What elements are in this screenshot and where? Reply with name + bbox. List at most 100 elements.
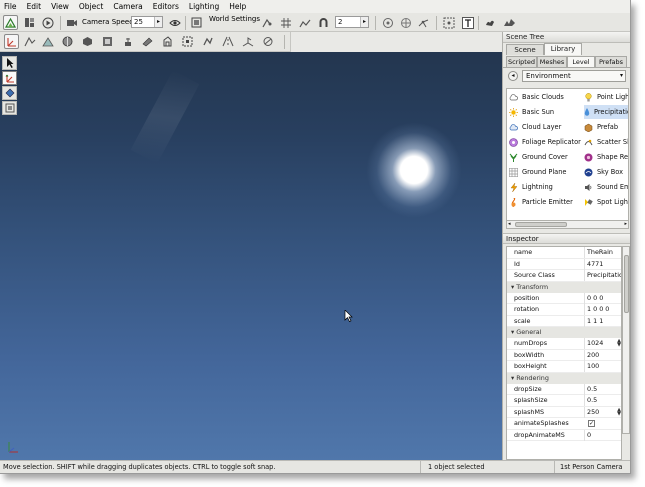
world-settings-icon[interactable] [189, 15, 204, 30]
dragon-icon[interactable] [502, 15, 517, 30]
move-gizmo-icon[interactable] [2, 71, 17, 85]
property-value[interactable]: 1024 [584, 338, 603, 349]
list-item[interactable]: Particle Emitter [509, 195, 573, 209]
scroll-thumb[interactable] [515, 222, 567, 227]
menu-view[interactable]: View [51, 2, 69, 11]
camera-icon[interactable] [64, 15, 79, 30]
forest-editor-icon[interactable] [160, 34, 175, 49]
category-dropdown[interactable]: Environment ▾ [522, 70, 626, 82]
menu-lighting[interactable]: Lighting [189, 2, 219, 11]
back-arrow-icon[interactable]: ◂ [508, 71, 518, 81]
list-item[interactable]: Sound Emitter [584, 180, 628, 194]
world-editor-icon[interactable] [3, 15, 18, 30]
magnet-icon[interactable] [316, 15, 331, 30]
list-item[interactable]: Basic Sun [509, 105, 554, 119]
datablock-editor-icon[interactable] [100, 34, 115, 49]
river-editor-icon[interactable] [200, 34, 215, 49]
list-item[interactable]: Point Light [584, 90, 628, 104]
rotate-gizmo-icon[interactable] [2, 86, 17, 100]
property-value[interactable]: 250 [584, 406, 599, 418]
chevron-right-icon[interactable]: ▸ [154, 17, 162, 27]
library-horizontal-scrollbar[interactable]: ◂ ▸ [506, 221, 629, 229]
scroll-right-icon[interactable]: ▸ [624, 221, 627, 227]
scroll-thumb[interactable] [624, 255, 629, 313]
terrain-painter-icon[interactable] [40, 34, 55, 49]
menu-file[interactable]: File [4, 2, 17, 11]
selection-box-icon[interactable] [441, 15, 456, 30]
convex-editor-icon[interactable] [260, 34, 275, 49]
chevron-down-icon: ▾ [619, 72, 623, 79]
3d-viewport[interactable] [0, 52, 502, 460]
list-item[interactable]: Cloud Layer [509, 120, 561, 134]
inspector-grid: name TheRain Id 4771 Source Class Precip… [506, 246, 622, 460]
text-icon[interactable] [460, 15, 475, 30]
property-value[interactable]: 0.5 [584, 383, 597, 395]
scroll-left-icon[interactable]: ◂ [508, 221, 511, 227]
stepper-arrows-icon[interactable]: ▲ ▼ [615, 407, 621, 417]
gui-editor-icon[interactable] [22, 15, 37, 30]
grid-snap-icon[interactable] [278, 15, 293, 30]
transform-settings-icon[interactable] [416, 15, 431, 30]
list-item[interactable]: Ground Cover [509, 150, 568, 164]
animate-splashes-checkbox[interactable]: ✓ [588, 420, 595, 427]
group-header-rendering[interactable]: ▾ Rendering [507, 372, 621, 384]
menu-camera[interactable]: Camera [113, 2, 142, 11]
list-item[interactable]: Prefab [584, 120, 618, 134]
list-item[interactable]: Scatter Sky [584, 135, 628, 149]
snap-to-bones-icon[interactable] [259, 15, 274, 30]
property-value[interactable]: 100 [584, 361, 599, 372]
group-header-general[interactable]: ▾ General [507, 327, 621, 338]
object-editor-icon[interactable] [4, 34, 19, 49]
property-value[interactable]: 1 0 0 0 [584, 304, 609, 315]
menu-editors[interactable]: Editors [153, 2, 179, 11]
list-item[interactable]: Sky Box [584, 165, 623, 179]
list-item[interactable]: Spot Light [584, 195, 628, 209]
road-editor-icon[interactable] [220, 34, 235, 49]
property-value[interactable]: 0 0 0 [584, 292, 603, 304]
navmesh-editor-icon[interactable] [240, 34, 255, 49]
list-item-selected[interactable]: Precipitation [584, 105, 628, 119]
menu-edit[interactable]: Edit [27, 2, 42, 11]
terrain-editor-icon[interactable] [22, 34, 37, 49]
subtab-meshes[interactable]: Meshes [537, 56, 567, 67]
shape-editor-icon[interactable] [80, 34, 95, 49]
property-value[interactable]: 0 [584, 429, 591, 441]
bird-icon[interactable] [482, 15, 497, 30]
list-item[interactable]: Basic Clouds [509, 90, 564, 104]
eye-icon[interactable] [167, 15, 182, 30]
chevron-right-icon[interactable]: ▸ [360, 17, 368, 27]
status-camera[interactable]: 1st Person Camera [554, 461, 622, 473]
list-item[interactable]: Ground Plane [509, 165, 566, 179]
mesh-road-editor-icon[interactable] [180, 34, 195, 49]
snap-size-field[interactable]: 2 ▸ [335, 16, 369, 28]
subtab-scripted[interactable]: Scripted [506, 56, 537, 67]
list-item[interactable]: Shape Replicator [584, 150, 628, 164]
library-list: Basic Clouds Point Light Basic Sun Preci… [506, 88, 629, 221]
group-header-transform[interactable]: ▾ Transform [507, 281, 621, 293]
subtab-prefabs[interactable]: Prefabs [595, 56, 627, 67]
camera-speed-field[interactable]: 25 ▸ [131, 16, 163, 28]
tab-library[interactable]: Library [544, 43, 582, 55]
tab-scene[interactable]: Scene [506, 44, 544, 55]
menu-object[interactable]: Object [79, 2, 103, 11]
particle-editor-icon[interactable] [120, 34, 135, 49]
stepper-arrows-icon[interactable]: ▲ ▼ [615, 339, 621, 348]
decal-editor-icon[interactable] [140, 34, 155, 49]
play-icon[interactable] [40, 15, 55, 30]
world-settings-label[interactable]: World Settings [209, 15, 260, 23]
inspector-vertical-scrollbar[interactable] [622, 246, 630, 434]
property-value[interactable]: 1 1 1 [584, 315, 603, 327]
list-item[interactable]: Lightning [509, 180, 553, 194]
scale-gizmo-icon[interactable] [2, 101, 17, 115]
list-item[interactable]: Foliage Replicator [509, 135, 581, 149]
subtab-level[interactable]: Level [567, 56, 595, 67]
fit-camera-icon[interactable] [380, 15, 395, 30]
menu-help[interactable]: Help [229, 2, 246, 11]
select-arrow-icon[interactable] [2, 56, 17, 70]
property-value[interactable]: 200 [584, 349, 599, 361]
property-value[interactable]: TheRain [584, 247, 613, 258]
bounding-box-icon[interactable] [398, 15, 413, 30]
property-value[interactable]: 0.5 [584, 395, 597, 406]
terrain-snap-icon[interactable] [297, 15, 312, 30]
material-editor-icon[interactable] [60, 34, 75, 49]
